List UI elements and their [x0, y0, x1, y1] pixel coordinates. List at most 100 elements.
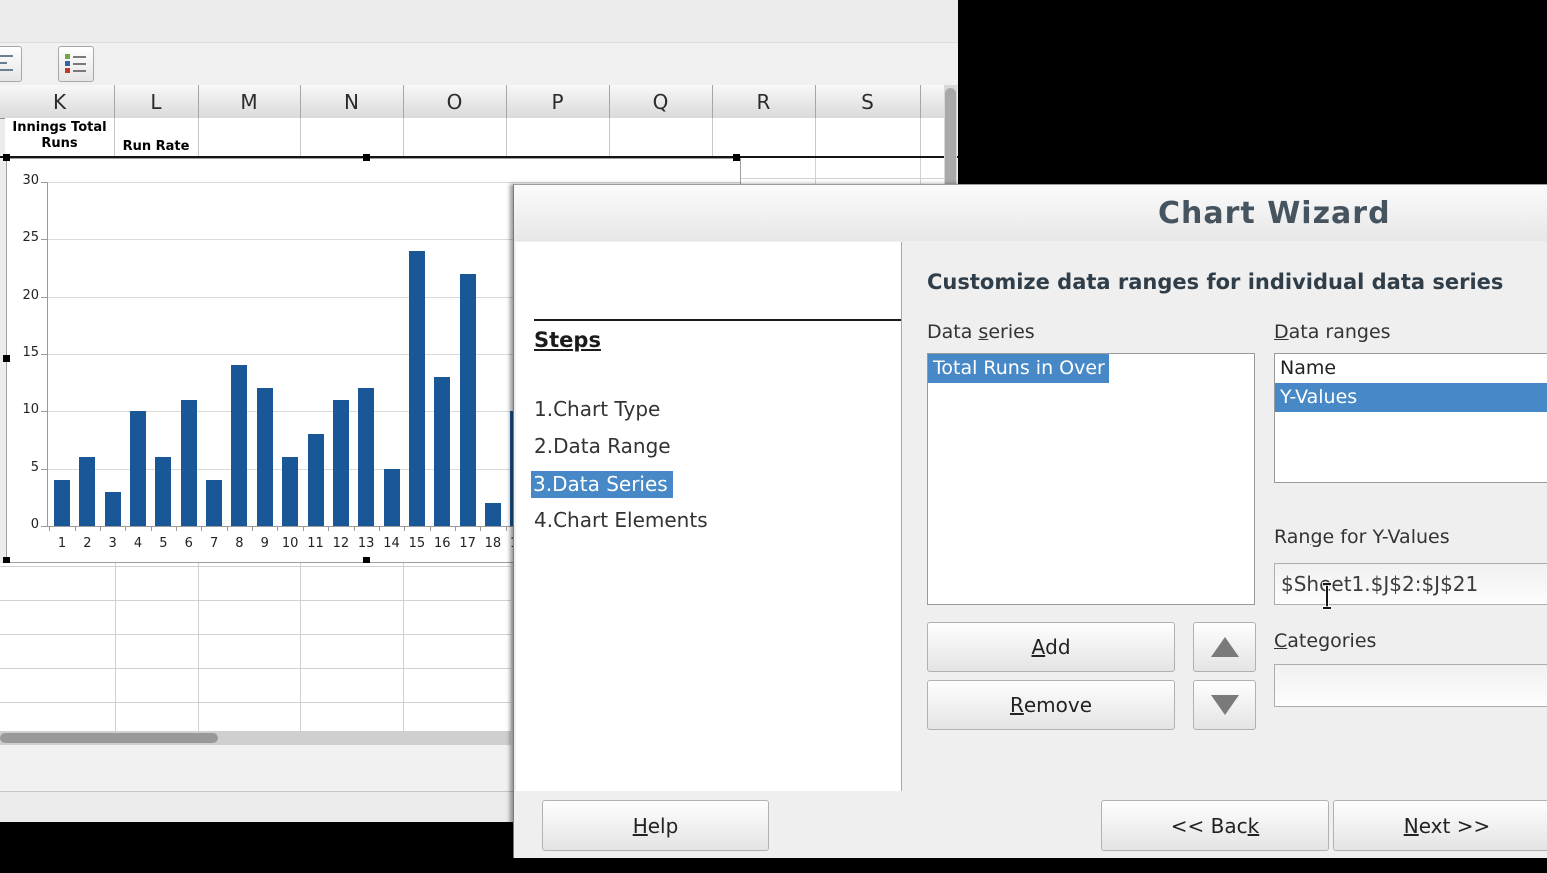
y-axis [47, 182, 48, 526]
x-axis-label: 1 [49, 536, 75, 551]
column-header-Q[interactable]: Q [609, 85, 713, 118]
cell-Q1[interactable] [609, 118, 713, 156]
x-axis-label: 4 [125, 536, 151, 551]
bar-over-8 [231, 365, 247, 526]
x-tick [49, 526, 50, 531]
step-item-4[interactable]: 4.Chart Elements [534, 508, 708, 532]
vertical-scrollbar[interactable] [944, 85, 957, 184]
data-series-listbox[interactable]: Total Runs in Over [927, 353, 1255, 605]
x-axis-label: 12 [328, 536, 354, 551]
cell-R1[interactable] [712, 118, 816, 156]
step-item-1[interactable]: 1.Chart Type [534, 397, 660, 421]
cell-L1[interactable]: Run Rate [114, 118, 199, 156]
x-axis-label: 10 [277, 536, 303, 551]
bar-over-4 [130, 411, 146, 526]
column-header-O[interactable]: O [403, 85, 507, 118]
cell-O1[interactable] [403, 118, 507, 156]
cell-N1[interactable] [300, 118, 404, 156]
down-arrow-icon [1211, 695, 1239, 715]
x-axis-label: 3 [100, 536, 126, 551]
help-button[interactable]: Help [542, 800, 769, 851]
horizontal-grids-icon[interactable] [0, 46, 22, 82]
x-tick [252, 526, 253, 531]
y-axis-label: 10 [13, 402, 39, 417]
cell-P1[interactable] [506, 118, 610, 156]
data-ranges-listbox[interactable]: NameY-Values [1274, 353, 1547, 483]
bar-over-16 [434, 377, 450, 526]
column-header-K[interactable]: K [5, 85, 115, 118]
column-header-S[interactable]: S [815, 85, 921, 118]
steps-panel: Steps 1.Chart Type2.Data Range3.Data Ser… [516, 242, 902, 791]
x-tick [303, 526, 304, 531]
bar-over-17 [460, 274, 476, 526]
column-header-M[interactable]: M [198, 85, 301, 118]
dialog-titlebar[interactable]: Chart Wizard [514, 185, 1547, 241]
y-axis-label: 30 [13, 173, 39, 188]
bar-over-12 [333, 400, 349, 526]
dialog-heading: Customize data ranges for individual dat… [927, 270, 1503, 294]
x-axis-label: 9 [252, 536, 278, 551]
categories-label: Categories [1274, 630, 1376, 652]
move-up-button[interactable] [1193, 622, 1256, 672]
x-tick [430, 526, 431, 531]
column-header-N[interactable]: N [300, 85, 404, 118]
chart-toolbar: A ↕ [0, 42, 958, 86]
column-header-L[interactable]: L [114, 85, 199, 118]
bar-over-3 [105, 492, 121, 526]
list-item-total-runs-in-over[interactable]: Total Runs in Over [928, 354, 1109, 383]
x-axis-label: 13 [353, 536, 379, 551]
data-ranges-label: Data ranges [1274, 321, 1391, 343]
bar-over-15 [409, 251, 425, 526]
range-input[interactable]: $Sheet1.$J$2:$J$21 [1274, 563, 1547, 605]
x-axis-label: 17 [455, 536, 481, 551]
column-header-P[interactable]: P [506, 85, 610, 118]
range-for-y-values-label: Range for Y-Values [1274, 526, 1450, 548]
x-tick [201, 526, 202, 531]
bar-over-5 [155, 457, 171, 526]
x-tick [176, 526, 177, 531]
selection-handle[interactable] [733, 154, 740, 161]
sheet-cells-right[interactable] [741, 158, 944, 184]
list-item-name[interactable]: Name [1275, 354, 1547, 383]
x-axis-label: 2 [74, 536, 100, 551]
column-header-R[interactable]: R [712, 85, 816, 118]
column-headers[interactable]: KLMNOPQRS [0, 85, 944, 119]
categories-input[interactable] [1274, 664, 1547, 707]
selection-handle[interactable] [363, 154, 370, 161]
x-axis-label: 7 [201, 536, 227, 551]
move-down-button[interactable] [1193, 680, 1256, 730]
y-axis-label: 15 [13, 345, 39, 360]
y-axis-label: 20 [13, 288, 39, 303]
cell-M1[interactable] [198, 118, 301, 156]
legend-icon[interactable] [58, 46, 94, 82]
x-tick [455, 526, 456, 531]
selection-handle[interactable] [3, 154, 10, 161]
bar-over-9 [257, 388, 273, 526]
cell-T1[interactable] [920, 118, 944, 156]
sheet-row-1[interactable]: Innings Total Runs Run Rate [5, 118, 944, 156]
horizontal-scrollbar[interactable] [0, 731, 511, 745]
vertical-scrollbar-thumb[interactable] [945, 88, 956, 184]
cell-K1[interactable]: Innings Total Runs [5, 118, 115, 156]
next-button[interactable]: Next >> [1333, 800, 1547, 851]
bar-over-2 [79, 457, 95, 526]
step-item-3[interactable]: 3.Data Series [531, 471, 673, 498]
x-axis-label: 8 [226, 536, 252, 551]
add-button[interactable]: Add [927, 622, 1175, 672]
x-tick [480, 526, 481, 531]
step-item-2[interactable]: 2.Data Range [534, 434, 671, 458]
x-tick [404, 526, 405, 531]
text-cursor [1322, 583, 1332, 609]
horizontal-scrollbar-thumb[interactable] [0, 733, 218, 743]
steps-rule [534, 319, 901, 321]
cell-S1[interactable] [815, 118, 921, 156]
back-button[interactable]: << Back [1101, 800, 1329, 851]
gridline-y-30 [47, 182, 740, 183]
selection-handle[interactable] [3, 355, 10, 362]
bar-over-18 [485, 503, 501, 526]
remove-button[interactable]: Remove [927, 680, 1175, 730]
x-axis-label: 15 [404, 536, 430, 551]
list-item-y-values[interactable]: Y-Values [1275, 383, 1547, 412]
x-tick [506, 526, 507, 531]
sheet-cells-below[interactable] [0, 563, 511, 731]
